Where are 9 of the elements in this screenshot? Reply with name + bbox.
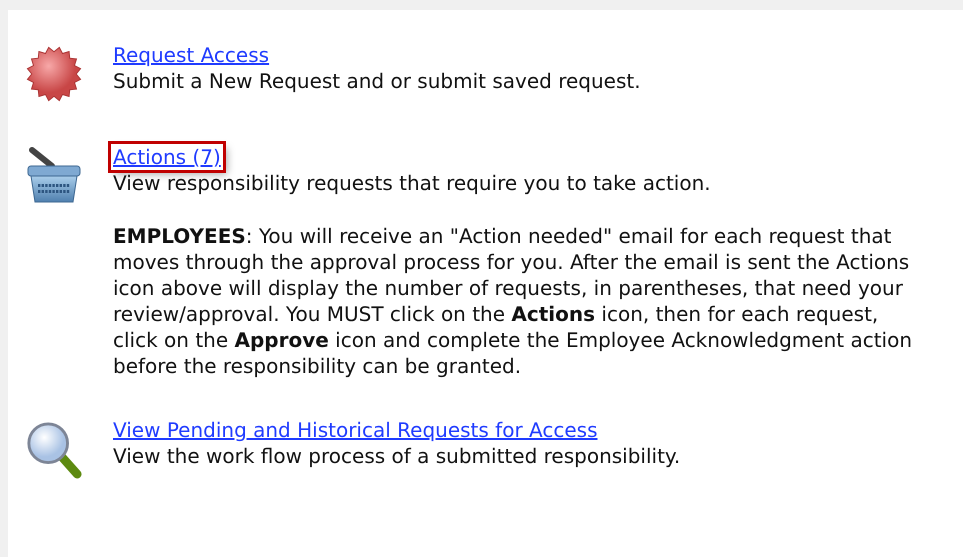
link[interactable]: View Pending and Historical Requests for Access — [111, 417, 600, 443]
link[interactable]: Actions (7) — [111, 144, 223, 170]
starburst-icon — [25, 44, 83, 104]
description: Submit a New Request and or submit saved request. — [113, 68, 641, 94]
note-paragraph: EMPLOYEES: You will receive an "Action needed" email for each request that moves through the approval process for you. After the email is sent the Actions icon above will display the number of requests, in parentheses, that need your review/approval. You MUST click on the Actions icon, then for each request, click on the Approve icon and complete the Employee Acknowledgment action before the responsibility can be granted. — [113, 223, 913, 379]
description: View the work flow process of a submitted responsibility. — [113, 443, 680, 469]
link[interactable]: Request Access — [111, 42, 272, 68]
description: View responsibility requests that require you to take action. — [113, 170, 711, 196]
basket-icon — [26, 146, 82, 204]
